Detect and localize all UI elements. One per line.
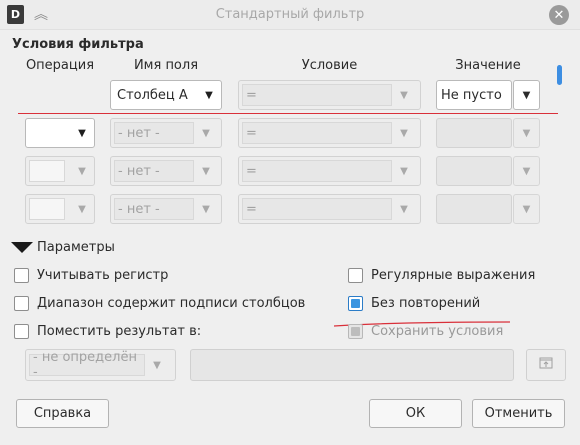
- regex-checkbox[interactable]: [348, 268, 363, 283]
- chevron-down-icon: ▼: [400, 89, 408, 101]
- annotation-underline-row-1: [18, 113, 558, 114]
- conditions-title: Условия фильтра: [12, 37, 144, 52]
- no-duplicates-label: Без повторений: [371, 296, 481, 311]
- case-sensitive-checkbox[interactable]: [14, 268, 29, 283]
- field-select-value: - нет -: [114, 122, 194, 144]
- help-button[interactable]: Справка: [16, 399, 109, 428]
- value-dropdown-row-2[interactable]: ▼: [513, 118, 540, 148]
- condition-select-row-1[interactable]: = ▼: [238, 80, 421, 110]
- header-value: Значение: [455, 58, 521, 73]
- condition-select-row-4[interactable]: = ▼: [238, 194, 421, 224]
- operation-select-row-2[interactable]: ▼: [25, 118, 95, 148]
- value-dropdown-row-3[interactable]: ▼: [513, 156, 540, 186]
- condition-select-row-2[interactable]: = ▼: [238, 118, 421, 148]
- window-title: Стандартный фильтр: [215, 7, 365, 22]
- copy-results-checkbox[interactable]: [14, 324, 29, 339]
- keep-conditions-label: Сохранить условия: [371, 324, 504, 339]
- expander-triangle-icon[interactable]: [11, 240, 33, 254]
- chevron-down-icon: ▼: [400, 203, 408, 215]
- cancel-button[interactable]: Отменить: [472, 399, 565, 428]
- operation-value: [29, 160, 65, 182]
- chevron-down-icon: ▼: [78, 203, 86, 215]
- chevron-down-icon: ▼: [522, 127, 531, 139]
- condition-value: =: [242, 198, 392, 220]
- condition-select-row-3[interactable]: = ▼: [238, 156, 421, 186]
- header-field-name: Имя поля: [133, 58, 199, 73]
- no-duplicates-checkbox[interactable]: [348, 296, 363, 311]
- chevron-down-icon: ▼: [400, 127, 408, 139]
- output-target-value: - не определён -: [29, 350, 145, 380]
- operation-value: [29, 198, 65, 220]
- shrink-icon: [539, 357, 553, 373]
- field-select-value: - нет -: [114, 160, 194, 182]
- has-headers-label: Диапазон содержит подписи столбцов: [37, 296, 306, 311]
- value-input-row-4[interactable]: [436, 194, 512, 224]
- chevron-down-icon: ▼: [202, 127, 210, 139]
- chevron-down-icon: ▼: [78, 127, 86, 139]
- field-select-row-4[interactable]: - нет - ▼: [110, 194, 222, 224]
- case-sensitive-label: Учитывать регистр: [37, 268, 169, 283]
- chevron-down-icon: ▼: [153, 359, 161, 371]
- output-target-select[interactable]: - не определён - ▼: [25, 349, 176, 381]
- value-input-row-1[interactable]: Не пусто: [436, 80, 512, 110]
- header-condition: Условие: [301, 58, 358, 73]
- chevron-down-icon: ▼: [202, 203, 210, 215]
- operation-value: [29, 122, 70, 144]
- regex-label: Регулярные выражения: [371, 268, 536, 283]
- value-input-row-2[interactable]: [436, 118, 512, 148]
- value-dropdown-row-4[interactable]: ▼: [513, 194, 540, 224]
- field-select-row-2[interactable]: - нет - ▼: [110, 118, 222, 148]
- parameters-title[interactable]: Параметры: [37, 240, 115, 255]
- field-select-row-1[interactable]: Столбец A ▼: [110, 80, 222, 110]
- keep-conditions-checkbox[interactable]: [348, 324, 363, 339]
- chevron-down-icon: ▼: [78, 165, 86, 177]
- operation-select-row-3[interactable]: ▼: [25, 156, 95, 186]
- copy-results-label: Поместить результат в:: [37, 324, 202, 339]
- field-select-value: - нет -: [114, 198, 194, 220]
- value-dropdown-row-1[interactable]: ▼: [513, 80, 540, 110]
- operation-select-row-4[interactable]: ▼: [25, 194, 95, 224]
- chevron-down-icon: ▼: [522, 203, 531, 215]
- chevron-down-icon: ▼: [400, 165, 408, 177]
- condition-value: =: [242, 160, 392, 182]
- ok-button[interactable]: ОК: [369, 399, 462, 428]
- chevron-down-icon: ▼: [522, 165, 531, 177]
- condition-value: =: [242, 122, 392, 144]
- value-input-row-3[interactable]: [436, 156, 512, 186]
- field-select-row-3[interactable]: - нет - ▼: [110, 156, 222, 186]
- annotation-underline-no-duplicates: [333, 316, 511, 327]
- field-select-value: Столбец A: [117, 87, 188, 103]
- shrink-dialog-button[interactable]: [526, 349, 566, 381]
- close-button[interactable]: ✕: [549, 5, 569, 25]
- chevron-down-icon: ▼: [522, 89, 531, 101]
- output-target-input[interactable]: [190, 349, 514, 381]
- has-headers-checkbox[interactable]: [14, 296, 29, 311]
- condition-value: =: [242, 84, 392, 106]
- chevron-down-icon: ▼: [205, 89, 213, 101]
- header-operation: Операция: [25, 58, 95, 73]
- conditions-scrollbar[interactable]: [557, 65, 562, 85]
- chevron-down-icon: ▼: [202, 165, 210, 177]
